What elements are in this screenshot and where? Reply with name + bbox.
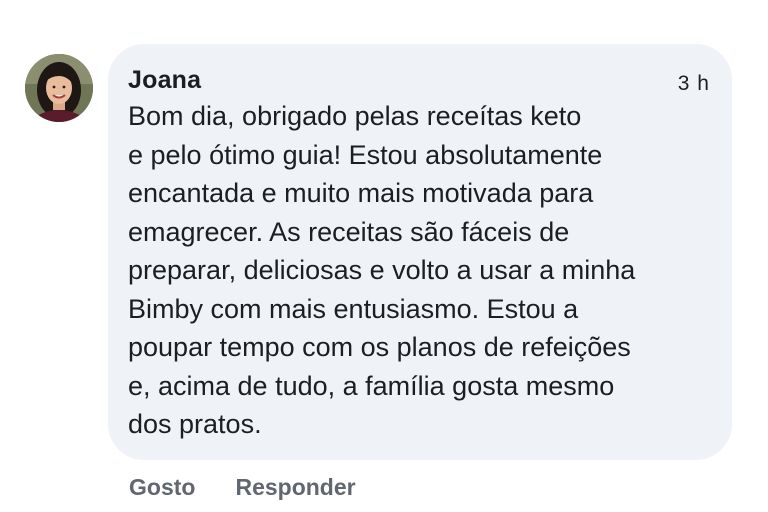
- comment-text-line: Bimby com mais entusiasmo. Estou a: [128, 293, 579, 324]
- comment-bubble: Joana 3 h Bom dia, obrigado pelas receít…: [108, 44, 732, 460]
- avatar-photo-icon: [25, 54, 93, 122]
- comment-text-line: preparar, deliciosas e volto a usar a mi…: [128, 255, 636, 285]
- comment-text-line: e, acima de tudo, a família gosta mesmo: [128, 370, 615, 401]
- comment-actions: Gosto Responder: [129, 474, 356, 501]
- like-button[interactable]: Gosto: [129, 474, 195, 501]
- reply-button[interactable]: Responder: [235, 474, 355, 501]
- comment-text: Bom dia, obrigado pelas receítas keto e …: [128, 97, 718, 444]
- comment-text-line: emagrecer. As receitas são fáceis de: [128, 216, 570, 247]
- comment-text-line: e pelo ótimo guia! Estou absolutamente: [128, 139, 603, 170]
- comment: Joana 3 h Bom dia, obrigado pelas receít…: [0, 0, 768, 512]
- comment-text-line: poupar tempo com os planos de refeições: [128, 332, 631, 362]
- comment-timestamp[interactable]: 3 h: [678, 72, 710, 96]
- comment-text-line: dos pratos.: [128, 409, 262, 439]
- comment-text-line: encantada e muito mais motivada para: [128, 178, 594, 208]
- comment-text-line: Bom dia, obrigado pelas receítas keto: [128, 101, 582, 131]
- avatar[interactable]: [25, 54, 93, 122]
- comment-author[interactable]: Joana: [128, 66, 201, 95]
